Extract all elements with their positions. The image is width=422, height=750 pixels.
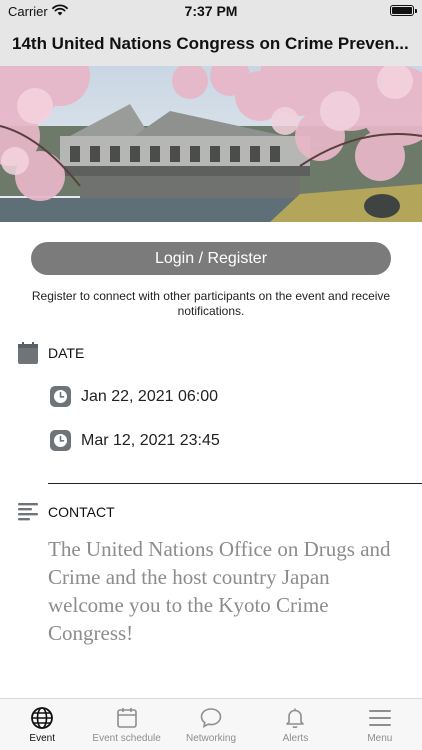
end-date-text: Mar 12, 2021 23:45 xyxy=(81,431,220,449)
tab-label-alerts: Alerts xyxy=(282,733,309,744)
tab-label-menu: Menu xyxy=(367,733,393,744)
status-bar: Carrier 7:37 PM xyxy=(0,0,422,22)
status-time: 7:37 PM xyxy=(184,3,238,19)
contact-description: The United Nations Office on Drugs and C… xyxy=(48,537,391,645)
clock-icon xyxy=(50,430,71,451)
event-title: 14th United Nations Congress on Crime Pr… xyxy=(12,34,409,53)
bell-icon xyxy=(286,708,305,729)
navigation-bar: 14th United Nations Congress on Crime Pr… xyxy=(0,22,422,66)
clock-icon xyxy=(50,386,71,407)
contact-section-header: CONTACT xyxy=(18,503,115,521)
start-date-row: Jan 22, 2021 06:00 xyxy=(50,386,218,407)
event-hero-image xyxy=(0,66,422,222)
start-date-text: Jan 22, 2021 06:00 xyxy=(81,387,219,405)
section-divider xyxy=(48,483,422,484)
hamburger-menu-icon xyxy=(368,710,391,726)
tab-networking[interactable]: Networking xyxy=(169,699,253,750)
tab-event-schedule[interactable]: Event schedule xyxy=(84,699,168,750)
calendar-icon xyxy=(116,708,137,728)
tab-event[interactable]: Event xyxy=(0,699,84,750)
tab-label-event-schedule: Event schedule xyxy=(92,733,161,744)
text-lines-icon xyxy=(18,503,38,521)
tab-bar: Event Event schedule Networking Alerts M… xyxy=(0,698,422,750)
login-register-button[interactable]: Login / Register xyxy=(31,242,391,275)
end-date-row: Mar 12, 2021 23:45 xyxy=(50,430,220,451)
tab-alerts[interactable]: Alerts xyxy=(253,699,337,750)
battery-icon xyxy=(390,5,417,16)
date-section-header: DATE xyxy=(18,342,84,364)
date-section-label: DATE xyxy=(48,345,85,361)
contact-section-label: CONTACT xyxy=(48,504,115,520)
tab-menu[interactable]: Menu xyxy=(338,699,422,750)
chat-bubble-icon xyxy=(200,708,222,729)
tab-label-event: Event xyxy=(29,733,55,744)
globe-icon xyxy=(31,707,54,729)
register-note: Register to connect with other participa… xyxy=(31,289,391,318)
calendar-icon xyxy=(18,342,38,364)
tab-label-networking: Networking xyxy=(186,733,237,744)
